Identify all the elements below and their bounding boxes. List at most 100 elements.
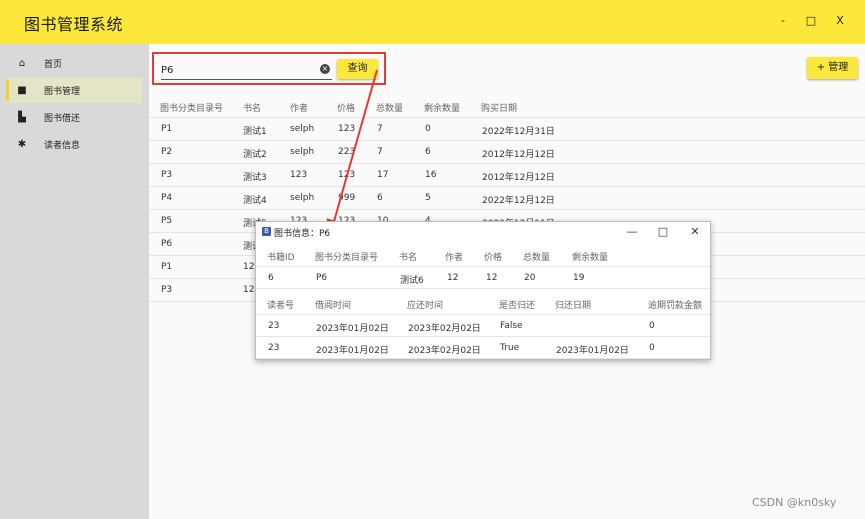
table-cell: P6: [316, 273, 328, 283]
watermark: CSDN @kn0sky: [752, 496, 837, 509]
home-icon: ⌂: [18, 58, 26, 69]
dialog-maximize-button[interactable]: □: [656, 225, 670, 238]
dialog-minimize-button[interactable]: —: [625, 225, 639, 238]
column-header[interactable]: 书名: [243, 101, 261, 114]
sidebar-item-label: 读者信息: [44, 141, 81, 151]
table-cell: 23: [268, 321, 280, 331]
search-highlight-box: × 查询: [152, 52, 386, 85]
column-header[interactable]: 总数量: [523, 250, 550, 263]
gear-icon: ✱: [17, 139, 27, 150]
dialog-titlebar[interactable]: B 图书信息：P6 — □ ✕: [256, 222, 710, 242]
query-button[interactable]: 查询: [337, 59, 378, 79]
table-cell: 7: [377, 147, 383, 157]
table-cell: 5: [425, 193, 431, 203]
table-cell: selph: [290, 193, 315, 203]
column-header[interactable]: 书名: [399, 250, 417, 263]
app-icon: B: [262, 227, 271, 236]
borrow-table-header: 读者号 借阅时间 应还时间 是否归还 归还日期 逾期罚款金额: [256, 291, 710, 315]
dialog-close-button[interactable]: ✕: [688, 225, 702, 238]
book-icon: ■: [17, 85, 27, 96]
book-info-dialog: B 图书信息：P6 — □ ✕ 书籍ID 图书分类目录号 书名 作者 价格 总数…: [255, 221, 711, 360]
table-cell: P3: [161, 285, 173, 295]
table-cell: 0: [425, 124, 431, 134]
table-cell: 2023年01月02日: [556, 346, 629, 356]
table-row[interactable]: P1 测试1 selph 123 7 0 2022年12月31日: [149, 118, 865, 141]
search-input[interactable]: [161, 61, 332, 80]
table-cell: 20: [524, 273, 536, 283]
maximize-button[interactable]: □: [803, 14, 819, 27]
column-header[interactable]: 归还日期: [555, 298, 591, 311]
table-cell: 123: [338, 170, 356, 180]
dialog-title: 图书信息：P6: [274, 229, 331, 239]
table-cell: 测试4: [243, 196, 267, 206]
sidebar-item-home[interactable]: ⌂ 首页: [6, 51, 142, 76]
column-header[interactable]: 是否归还: [499, 298, 535, 311]
column-header[interactable]: 借阅时间: [315, 298, 351, 311]
table-cell: 17: [377, 170, 389, 180]
table-row[interactable]: P3 测试3 123 123 17 16 2012年12月12日: [149, 164, 865, 187]
close-button[interactable]: X: [832, 14, 848, 27]
table-cell: 6: [268, 273, 274, 283]
table-cell: 12: [243, 285, 255, 295]
table-cell: 12: [486, 273, 498, 283]
table-cell: 123: [338, 124, 356, 134]
table-cell: P1: [161, 124, 173, 134]
column-header[interactable]: 剩余数量: [424, 101, 460, 114]
column-header[interactable]: 读者号: [267, 298, 294, 311]
column-header[interactable]: 总数量: [376, 101, 403, 114]
table-cell: 2023年02月02日: [408, 324, 481, 334]
book-table-header: 书籍ID 图书分类目录号 书名 作者 价格 总数量 剩余数量: [256, 243, 710, 267]
app-title: 图书管理系统: [24, 15, 124, 34]
table-cell: 2022年12月31日: [482, 127, 555, 137]
table-cell: 12: [447, 273, 459, 283]
minimize-button[interactable]: -: [775, 14, 791, 27]
column-header[interactable]: 剩余数量: [572, 250, 608, 263]
table-cell: False: [500, 321, 523, 331]
column-header[interactable]: 图书分类目录号: [160, 101, 223, 114]
table-cell: P4: [161, 193, 173, 203]
table-cell: 16: [425, 170, 437, 180]
table-cell: 223: [338, 147, 356, 157]
column-header[interactable]: 图书分类目录号: [315, 250, 378, 263]
table-cell: P1: [161, 262, 173, 272]
borrow-table-row[interactable]: 23 2023年01月02日 2023年02月02日 True 2023年01月…: [256, 337, 710, 359]
column-header[interactable]: 价格: [484, 250, 502, 263]
table-cell: 2023年01月02日: [316, 324, 389, 334]
table-cell: 12: [243, 262, 255, 272]
column-header[interactable]: 应还时间: [407, 298, 443, 311]
table-cell: 2022年12月12日: [482, 196, 555, 206]
table-cell: P3: [161, 170, 173, 180]
table-cell: 2023年02月02日: [408, 346, 481, 356]
borrow-icon: ▙: [18, 112, 26, 123]
column-header[interactable]: 作者: [290, 101, 308, 114]
sidebar-item-borrow-return[interactable]: ▙ 图书借还: [6, 105, 142, 130]
table-cell: P5: [161, 216, 173, 226]
table-cell: 0: [649, 343, 655, 353]
table-cell: 0: [649, 321, 655, 331]
column-header[interactable]: 逾期罚款金额: [648, 298, 702, 311]
sidebar-item-label: 首页: [44, 60, 63, 70]
table-cell: 2012年12月12日: [482, 173, 555, 183]
table-cell: selph: [290, 124, 315, 134]
table-cell: 2012年12月12日: [482, 150, 555, 160]
book-table-row[interactable]: 6 P6 测试6 12 12 20 19: [256, 267, 710, 289]
table-cell: selph: [290, 147, 315, 157]
app-titlebar: 图书管理系统 - □ X: [0, 0, 865, 44]
table-row[interactable]: P2 测试2 selph 223 7 6 2012年12月12日: [149, 141, 865, 164]
manage-button[interactable]: + 管理: [807, 57, 858, 79]
table-cell: 6: [377, 193, 383, 203]
column-header[interactable]: 价格: [337, 101, 355, 114]
table-cell: 19: [573, 273, 585, 283]
sidebar-item-reader-info[interactable]: ✱ 读者信息: [6, 132, 142, 157]
sidebar: ⌂ 首页 ■ 图书管理 ▙ 图书借还 ✱ 读者信息: [0, 44, 149, 519]
borrow-table-row[interactable]: 23 2023年01月02日 2023年02月02日 False 0: [256, 315, 710, 337]
table-cell: 999: [338, 193, 356, 203]
table-header: 图书分类目录号 书名 作者 价格 总数量 剩余数量 购买日期: [149, 96, 865, 118]
sidebar-item-book-management[interactable]: ■ 图书管理: [6, 78, 142, 103]
column-header[interactable]: 购买日期: [481, 101, 517, 114]
column-header[interactable]: 作者: [445, 250, 463, 263]
table-cell: 2023年01月02日: [316, 346, 389, 356]
column-header[interactable]: 书籍ID: [267, 250, 295, 263]
clear-icon[interactable]: ×: [320, 64, 330, 74]
table-row[interactable]: P4 测试4 selph 999 6 5 2022年12月12日: [149, 187, 865, 210]
